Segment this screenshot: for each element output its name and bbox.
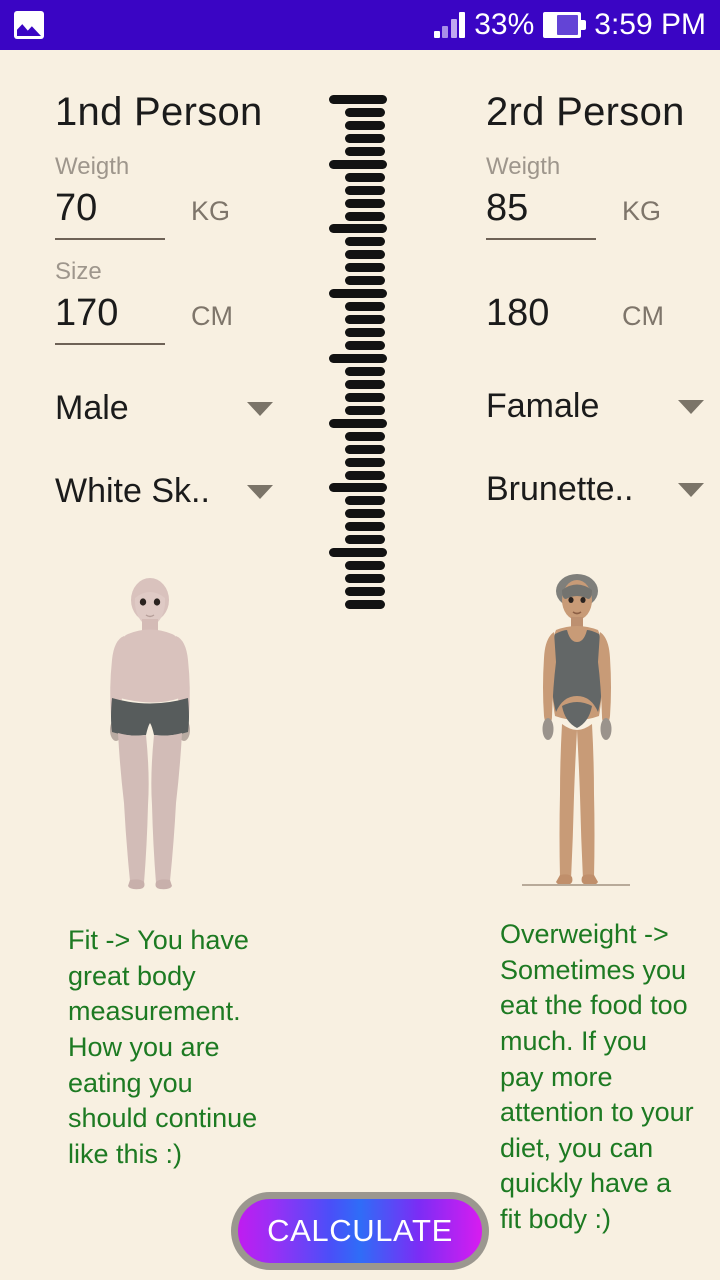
ruler-tick-minor	[345, 146, 385, 156]
calculate-button-wrapper: CALCULATE	[231, 1192, 489, 1270]
ruler-tick-minor	[345, 405, 385, 415]
status-bar-left	[14, 11, 44, 39]
chevron-down-icon	[247, 484, 273, 499]
chevron-down-icon	[678, 399, 704, 414]
ruler-tick-major	[329, 483, 387, 493]
ruler-tick-minor	[345, 276, 385, 286]
ruler-tick-major	[329, 353, 387, 363]
person-left-panel: 1nd Person Weigth 70 KG Size 170 CM Male…	[0, 50, 300, 511]
figure-ground-line	[522, 884, 630, 886]
ruler-tick-minor	[345, 198, 385, 208]
person-right-size-row: 180 CM	[486, 292, 720, 343]
person-left-gender-select[interactable]: Male	[55, 389, 273, 428]
person-right-title: 2rd Person	[486, 90, 685, 134]
ruler-tick-minor	[345, 120, 385, 130]
ruler-tick-minor	[345, 561, 385, 571]
person-left-size-input[interactable]: 170	[55, 292, 165, 345]
person-left-title: 1nd Person	[55, 90, 263, 134]
battery-icon	[543, 12, 587, 38]
ruler-tick-minor	[345, 341, 385, 351]
ruler-tick-minor	[345, 185, 385, 195]
person-right-weight-unit: KG	[622, 196, 662, 226]
ruler-tick-minor	[345, 444, 385, 454]
chevron-down-icon	[247, 401, 273, 416]
person-left-weight-label: Weigth	[55, 153, 130, 180]
ruler-tick-minor	[345, 509, 385, 519]
person-right-size-spacer	[486, 240, 720, 286]
ruler-divider	[325, 95, 395, 610]
person-right-gender-value: Famale	[486, 387, 600, 425]
ruler-tick-major	[329, 224, 387, 234]
person-left-size-label: Size	[55, 258, 102, 285]
person-right-size-unit: CM	[622, 301, 664, 331]
person-left-result-text: Fit -> You have great body measurement. …	[68, 925, 258, 1169]
person-right-size-input[interactable]: 180	[486, 292, 596, 343]
female-body-figure	[522, 572, 632, 890]
ruler-tick-minor	[345, 366, 385, 376]
ruler-tick-minor	[345, 392, 385, 402]
photo-icon	[14, 11, 44, 39]
ruler-tick-minor	[345, 574, 385, 584]
person-right-gender-select[interactable]: Famale	[486, 387, 704, 426]
signal-bars-icon	[433, 12, 466, 38]
ruler-tick-minor	[345, 250, 385, 260]
ruler-tick-minor	[345, 107, 385, 117]
ruler-tick-minor	[345, 522, 385, 532]
ruler-tick-minor	[345, 237, 385, 247]
ruler-tick-minor	[345, 379, 385, 389]
person-right-skin-select[interactable]: Brunette..	[486, 470, 704, 509]
person-left-skin-select[interactable]: White Sk..	[55, 472, 273, 511]
person-right-weight-row: 85 KG	[486, 187, 720, 240]
ruler-tick-minor	[345, 600, 385, 609]
person-right-skin-value: Brunette..	[486, 470, 634, 508]
ruler-tick-minor	[345, 263, 385, 273]
app-screen: 33% 3:59 PM 1nd Person Weigth 70 KG Size…	[0, 0, 720, 1280]
status-bar: 33% 3:59 PM	[0, 0, 720, 50]
ruler-tick-minor	[345, 133, 385, 143]
person-right-weight-input[interactable]: 85	[486, 187, 596, 240]
ruler-tick-minor	[345, 496, 385, 506]
ruler-tick-minor	[345, 470, 385, 480]
person-right-result-text: Overweight -> Sometimes you eat the food…	[500, 919, 694, 1234]
person-left-skin-value: White Sk..	[55, 472, 210, 510]
ruler-tick-minor	[345, 457, 385, 467]
ruler-tick-minor	[345, 211, 385, 221]
ruler-tick-major	[329, 548, 387, 558]
ruler-tick-major	[329, 289, 387, 299]
battery-percent-label: 33%	[474, 8, 535, 41]
person-left-weight-row: 70 KG	[55, 187, 300, 240]
person-right-panel: 2rd Person Weigth 85 KG 180 CM Famale Br…	[420, 50, 720, 509]
ruler-tick-minor	[345, 302, 385, 312]
person-left-weight-unit: KG	[191, 196, 231, 226]
person-left-weight-input[interactable]: 70	[55, 187, 165, 240]
ruler-tick-minor	[345, 535, 385, 545]
person-left-gender-value: Male	[55, 389, 129, 427]
ruler-tick-major	[329, 95, 387, 104]
person-left-size-unit: CM	[191, 301, 233, 331]
ruler-tick-minor	[345, 315, 385, 325]
ruler-tick-minor	[345, 587, 385, 597]
male-body-figure	[88, 578, 212, 890]
person-left-size-row: 170 CM	[55, 292, 300, 345]
calculate-button[interactable]: CALCULATE	[231, 1192, 489, 1270]
chevron-down-icon	[678, 482, 704, 497]
clock-label: 3:59 PM	[594, 8, 706, 41]
ruler-tick-major	[329, 418, 387, 428]
ruler-tick-major	[329, 159, 387, 169]
status-bar-right: 33% 3:59 PM	[433, 8, 706, 42]
ruler-tick-minor	[345, 431, 385, 441]
person-right-weight-label: Weigth	[486, 153, 561, 180]
ruler-tick-minor	[345, 328, 385, 338]
ruler-tick-minor	[345, 172, 385, 182]
